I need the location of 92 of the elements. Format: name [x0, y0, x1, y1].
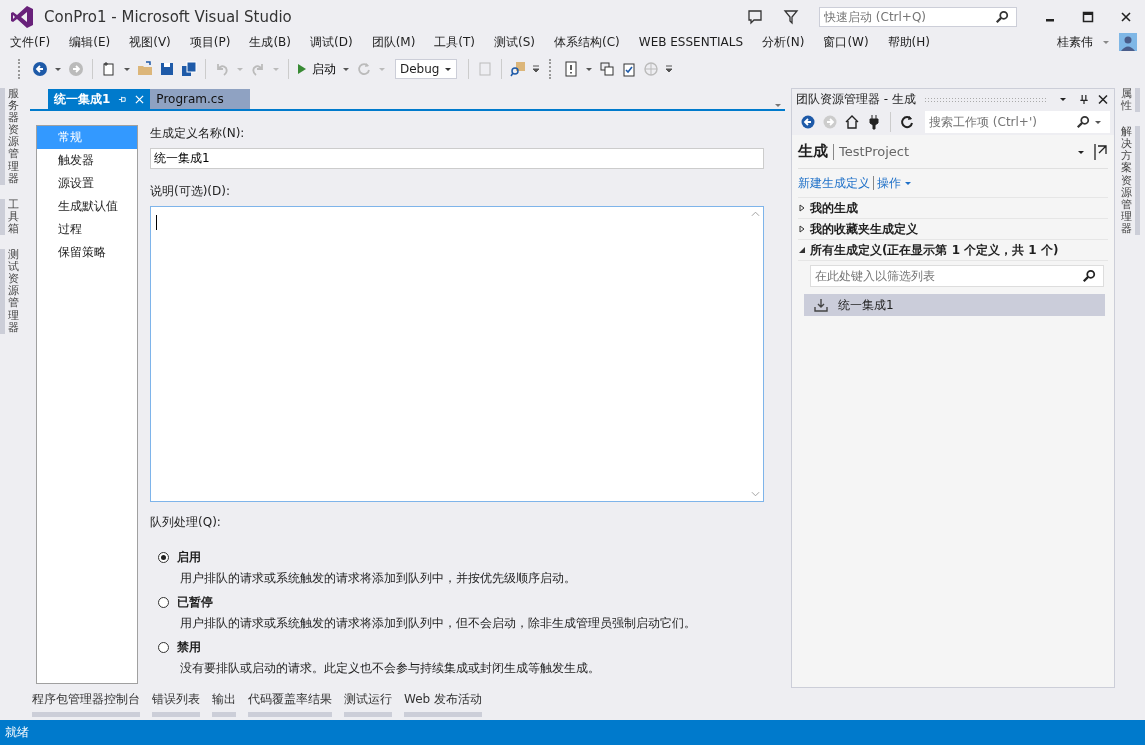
- menu-item[interactable]: 视图(V): [129, 33, 171, 51]
- collapse-arrow-icon[interactable]: [798, 246, 806, 254]
- document-tab[interactable]: Program.cs: [150, 89, 251, 109]
- close-icon[interactable]: [1098, 93, 1108, 105]
- find-icon[interactable]: [510, 61, 526, 77]
- option-label[interactable]: 启用: [177, 549, 201, 566]
- filter-icon[interactable]: [783, 8, 799, 25]
- radio-button[interactable]: [158, 642, 169, 653]
- menu-item[interactable]: 窗口(W): [823, 33, 869, 51]
- section-header[interactable]: 我的生成: [810, 199, 858, 217]
- menu-item[interactable]: 帮助(H): [887, 33, 930, 51]
- save-icon[interactable]: [159, 61, 175, 77]
- nav-item[interactable]: 源设置: [37, 172, 137, 195]
- status-text: 就绪: [5, 724, 29, 741]
- download-icon: [814, 298, 828, 312]
- alert-icon[interactable]: [563, 61, 579, 77]
- menu-item[interactable]: 调试(D): [310, 33, 353, 51]
- menu-item[interactable]: 团队(M): [371, 33, 416, 51]
- folder-icon[interactable]: [137, 61, 153, 77]
- windows-icon[interactable]: [599, 61, 615, 77]
- menu-item[interactable]: 分析(N): [762, 33, 805, 51]
- window-title: ConPro1 - Microsoft Visual Studio: [44, 7, 292, 26]
- radio-button[interactable]: [158, 552, 169, 563]
- radio-button[interactable]: [158, 597, 169, 608]
- menu-item[interactable]: 编辑(E): [69, 33, 111, 51]
- option-description: 用户排队的请求或系统触发的请求将添加到队列中，并按优先级顺序启动。: [180, 570, 577, 587]
- app-logo-icon: [10, 4, 34, 29]
- menu-item[interactable]: 工具(T): [434, 33, 476, 51]
- search-icon[interactable]: [995, 9, 1009, 24]
- side-tab[interactable]: 解决方案资源管理器: [1121, 126, 1140, 236]
- option-description: 没有要排队或启动的请求。此定义也不会参与持续集成或封闭生成等触发生成。: [180, 660, 601, 677]
- menu-item[interactable]: 体系结构(C): [554, 33, 620, 51]
- caret-icon[interactable]: [54, 65, 62, 73]
- actions-link[interactable]: 操作: [877, 174, 901, 192]
- caret-icon[interactable]: [532, 65, 540, 73]
- refresh-icon[interactable]: [899, 114, 915, 130]
- avatar-icon[interactable]: [1119, 33, 1137, 51]
- plug-icon[interactable]: [866, 114, 882, 130]
- new-definition-link[interactable]: 新建生成定义: [798, 174, 870, 192]
- nav-item[interactable]: 保留策略: [37, 241, 137, 264]
- back-icon[interactable]: [32, 61, 48, 77]
- start-button[interactable]: 启动: [294, 58, 339, 80]
- panel-title: 团队资源管理器 - 生成: [796, 90, 916, 108]
- play-icon: [297, 63, 307, 75]
- popout-icon[interactable]: [1094, 143, 1108, 160]
- search-icon[interactable]: [1082, 269, 1096, 283]
- caret-icon[interactable]: [665, 65, 673, 73]
- menu-item[interactable]: 项目(P): [189, 33, 231, 51]
- section-header[interactable]: 我的收藏夹生成定义: [810, 220, 918, 238]
- nav-item[interactable]: 过程: [37, 218, 137, 241]
- caret-icon: [444, 65, 452, 73]
- field-label: 队列处理(Q):: [150, 514, 222, 531]
- nav-item[interactable]: 生成默认值: [37, 195, 137, 218]
- definition-item[interactable]: 统一集成1: [804, 294, 1105, 316]
- search-icon[interactable]: [1076, 115, 1090, 129]
- side-tab[interactable]: 服务器资源管理器: [0, 88, 19, 185]
- expand-arrow-icon[interactable]: [798, 204, 806, 212]
- checklist-icon[interactable]: [621, 61, 637, 77]
- menu-item[interactable]: 文件(F): [10, 33, 51, 51]
- feedback-icon[interactable]: [747, 8, 763, 25]
- quick-launch-field[interactable]: 快速启动 (Ctrl+Q): [819, 6, 1017, 27]
- project-name: TestProject: [839, 144, 910, 159]
- caret-icon[interactable]: [123, 65, 131, 73]
- pin-icon[interactable]: [1079, 93, 1089, 105]
- side-tab[interactable]: 属性: [1121, 88, 1140, 113]
- home-icon[interactable]: [844, 114, 860, 130]
- user-name[interactable]: 桂素伟: [1057, 33, 1093, 51]
- side-tab[interactable]: 工具箱: [0, 198, 19, 236]
- caret-icon[interactable]: [342, 65, 350, 73]
- nav-item[interactable]: 触发器: [37, 149, 137, 172]
- caret-icon[interactable]: [585, 65, 593, 73]
- filter-field[interactable]: 在此处键入以筛选列表: [810, 265, 1104, 287]
- caret-icon[interactable]: [1059, 95, 1067, 103]
- field-label: 生成定义名称(N):: [150, 125, 246, 142]
- configuration-dropdown[interactable]: Debug: [395, 59, 457, 79]
- option-label[interactable]: 禁用: [177, 639, 201, 656]
- caret-icon[interactable]: [1094, 118, 1102, 126]
- side-tab[interactable]: 测试资源管理器: [0, 249, 19, 334]
- back-icon[interactable]: [800, 114, 816, 130]
- name-field[interactable]: 统一集成1: [150, 148, 764, 170]
- save-all-icon[interactable]: [181, 61, 197, 77]
- new-project-icon[interactable]: [101, 61, 117, 77]
- menu-item[interactable]: 测试(S): [494, 33, 536, 51]
- menu-item[interactable]: 生成(B): [249, 33, 291, 51]
- section-header[interactable]: 所有生成定义(正在显示第 1 个定义，共 1 个): [810, 241, 1059, 259]
- search-field[interactable]: 搜索工作项 (Ctrl+'): [925, 111, 1110, 133]
- field-label: 说明(可选)(D):: [150, 183, 231, 201]
- option-description: 用户排队的请求或系统触发的请求将添加到队列中，但不会启动，除非生成管理员强制启动它们。: [180, 615, 697, 632]
- page-title: 生成: [798, 142, 828, 161]
- expand-arrow-icon[interactable]: [798, 225, 806, 233]
- option-label[interactable]: 已暂停: [177, 594, 213, 611]
- menu-item[interactable]: WEB ESSENTIALS: [638, 35, 744, 49]
